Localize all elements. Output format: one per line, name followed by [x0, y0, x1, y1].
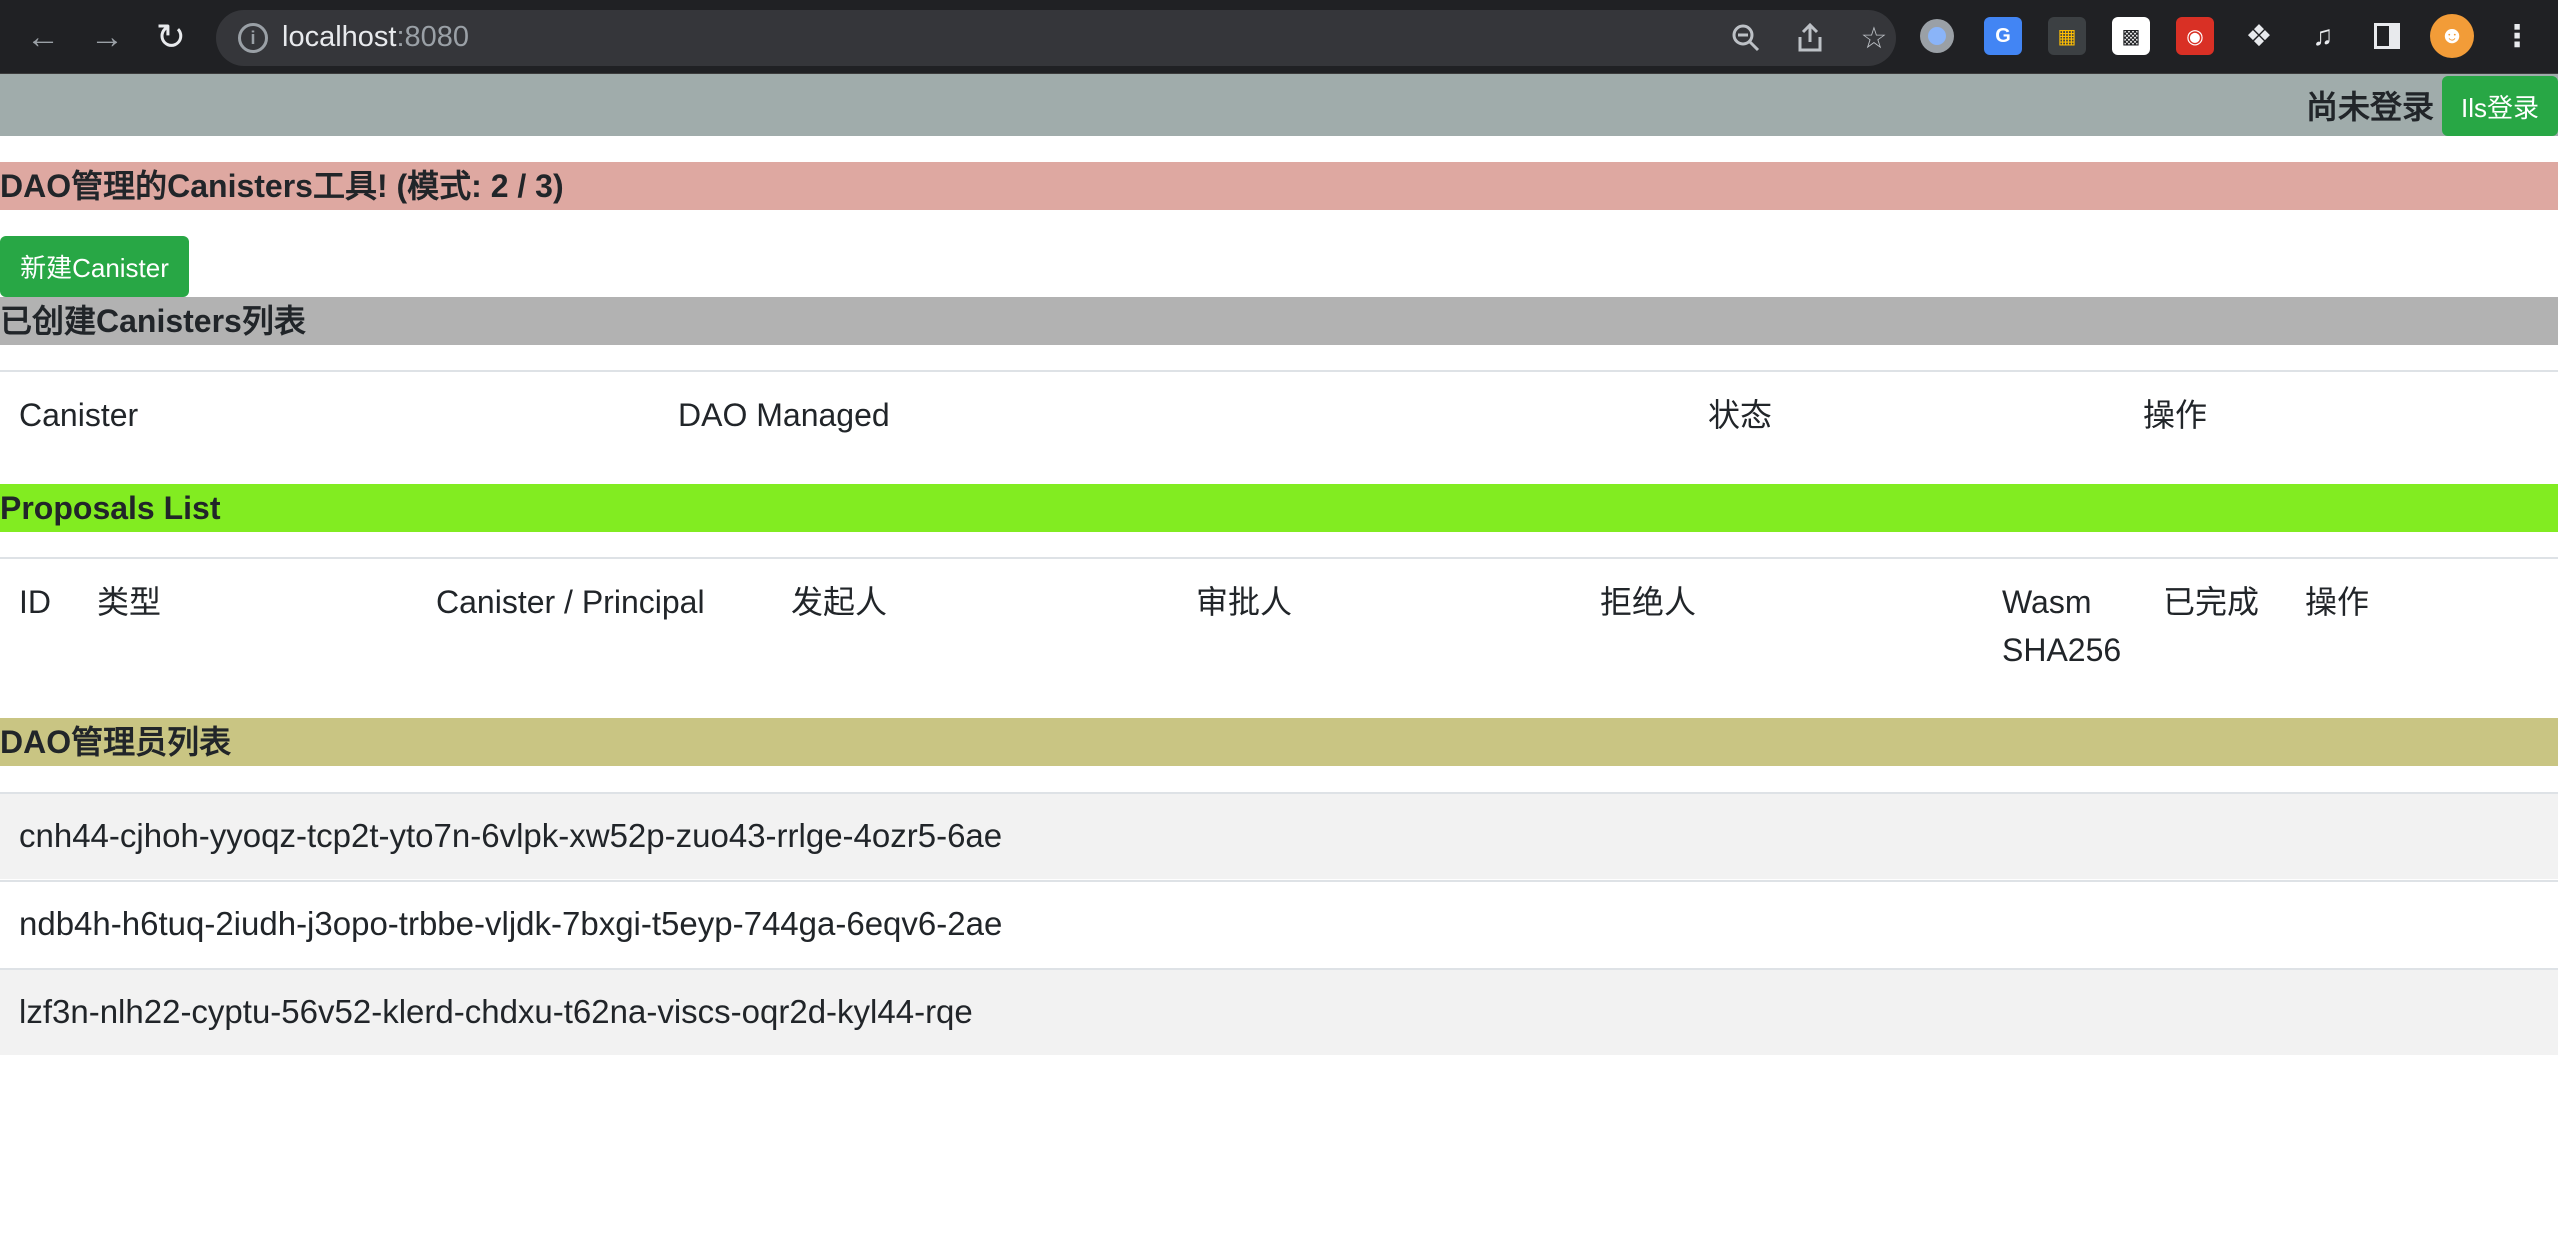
- arrow-right-icon[interactable]: →: [84, 14, 130, 60]
- address-bar[interactable]: i localhost:8080 ☆: [216, 10, 1896, 66]
- table-row: cnh44-cjhoh-yyoqz-tcp2t-yto7n-6vlpk-xw52…: [0, 792, 2558, 879]
- column-header: 已完成: [2163, 584, 2260, 620]
- url-text[interactable]: localhost:8080: [282, 21, 469, 54]
- browser-toolbar: ← → ↻ i localhost:8080 ☆ G ▦ ▩ ◉ ❖ ♫ ☻ ⋮: [0, 0, 2558, 74]
- admins-heading: DAO管理员列表: [0, 718, 2558, 766]
- column-header: 拒绝人: [1600, 584, 1697, 620]
- canisters-heading: 已创建Canisters列表: [0, 297, 2558, 345]
- top-bar: 尚未登录 Ils登录: [0, 74, 2558, 136]
- reload-icon[interactable]: ↻: [148, 14, 194, 60]
- create-canister-button[interactable]: 新建Canister: [0, 236, 189, 297]
- column-header: 类型: [97, 584, 162, 620]
- column-header: 状态: [1708, 397, 1773, 433]
- table-divider: [0, 370, 2558, 372]
- media-queue-icon[interactable]: ♫: [2304, 17, 2342, 55]
- column-header: Canister / Principal: [436, 584, 705, 620]
- share-icon[interactable]: [1792, 20, 1828, 56]
- column-header: 发起人: [791, 584, 888, 620]
- column-header: 操作: [2143, 397, 2208, 433]
- page-title: DAO管理的Canisters工具! (模式: 2 / 3): [0, 162, 2558, 210]
- login-status: 尚未登录: [2305, 89, 2434, 125]
- column-header: 审批人: [1196, 584, 1293, 620]
- column-header: DAO Managed: [678, 397, 890, 433]
- sidepanel-icon[interactable]: [2368, 17, 2406, 55]
- table-divider: [0, 557, 2558, 559]
- principal-id: cnh44-cjhoh-yyoqz-tcp2t-yto7n-6vlpk-xw52…: [19, 817, 1003, 854]
- qr-ext-icon[interactable]: ▩: [2112, 17, 2150, 55]
- more-icon[interactable]: ⋮: [2498, 17, 2536, 55]
- grid-ext-icon[interactable]: ▦: [2048, 17, 2086, 55]
- star-icon[interactable]: ☆: [1856, 20, 1892, 56]
- principal-id: ndb4h-h6tuq-2iudh-j3opo-trbbe-vljdk-7bxg…: [19, 905, 1003, 942]
- table-row: lzf3n-nlh22-cyptu-56v52-klerd-chdxu-t62n…: [0, 968, 2558, 1055]
- arrow-left-icon[interactable]: ←: [20, 14, 66, 60]
- proposals-heading: Proposals List: [0, 484, 2558, 532]
- circle-ext-icon[interactable]: [1920, 19, 1954, 53]
- column-header: ID: [19, 584, 51, 620]
- translate-ext-icon[interactable]: G: [1984, 17, 2022, 55]
- login-button[interactable]: Ils登录: [2442, 76, 2558, 136]
- column-header: Canister: [19, 397, 139, 433]
- paw-ext-icon[interactable]: ◉: [2176, 17, 2214, 55]
- principal-id: lzf3n-nlh22-cyptu-56v52-klerd-chdxu-t62n…: [19, 993, 973, 1030]
- puzzle-icon[interactable]: ❖: [2240, 17, 2278, 55]
- table-row: ndb4h-h6tuq-2iudh-j3opo-trbbe-vljdk-7bxg…: [0, 880, 2558, 967]
- column-header-wasm-line2: SHA256: [2002, 632, 2122, 668]
- info-icon[interactable]: i: [238, 23, 268, 53]
- column-header: 操作: [2305, 584, 2370, 620]
- column-header-wasm-line1: Wasm: [2002, 584, 2092, 620]
- avatar-icon[interactable]: ☻: [2430, 14, 2474, 58]
- zoom-out-icon[interactable]: [1728, 20, 1764, 56]
